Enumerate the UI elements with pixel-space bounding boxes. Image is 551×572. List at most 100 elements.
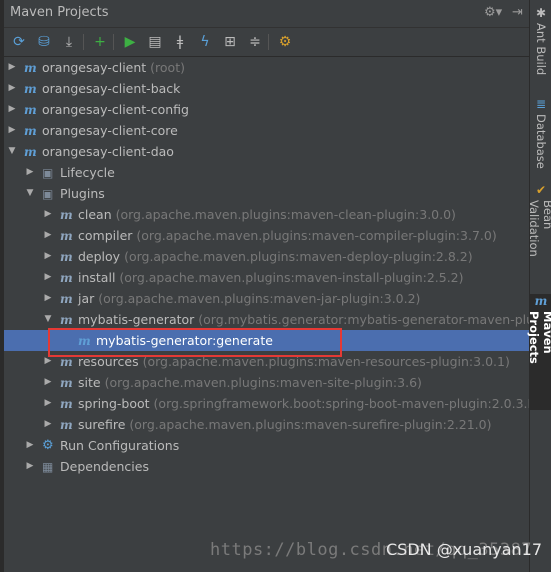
tree-row[interactable]: ▼ m orangesay-client-dao [4,141,529,162]
tool-window-tab-bean-validation[interactable]: ✔ Bean Validation [527,183,551,287]
dependencies-icon: ▦ [42,460,54,474]
tree-row[interactable]: ▼ ▣ Plugins [4,183,529,204]
expand-arrow-right-icon[interactable]: ▶ [24,456,36,477]
tree-row[interactable]: ▶ ⚙ Run Configurations [4,435,529,456]
tree-row[interactable]: ▶ ▣ Lifecycle [4,162,529,183]
execute-goal-icon[interactable]: ▤ [145,32,165,52]
settings-gear-icon[interactable]: ⚙▾ [484,5,502,20]
expand-arrow-down-icon[interactable]: ▼ [6,141,18,162]
expand-arrow-right-icon[interactable]: ▶ [42,267,54,288]
expand-arrow-down-icon[interactable]: ▼ [24,183,36,204]
tree-node-name: deploy [78,249,121,264]
maven-module-icon: m [24,82,37,96]
tree-node-detail: (org.apache.maven.plugins:maven-clean-pl… [115,207,456,222]
collapse-all-icon[interactable]: ≑ [245,32,265,52]
toggle-offline-icon[interactable]: ǂ [170,32,190,52]
tree-row[interactable]: ▶ m deploy (org.apache.maven.plugins:maven… [4,246,529,267]
tree-node-name: clean [78,207,112,222]
tool-window-tab-maven-projects[interactable]: m Maven Projects [527,294,551,410]
tree-node-detail: (root) [150,60,185,75]
tree-node-name: orangesay-client-core [42,123,178,138]
expand-arrow-right-icon[interactable]: ▶ [24,435,36,456]
tree-row[interactable]: ▶ m jar (org.apache.maven.plugins:maven-ja… [4,288,529,309]
skip-tests-icon[interactable]: ϟ [195,32,215,52]
tree-node-name: orangesay-client-config [42,102,189,117]
tree-row[interactable]: ▶ m orangesay-client-config [4,99,529,120]
tree-row[interactable]: ▶ m orangesay-client-core [4,120,529,141]
expand-arrow-right-icon[interactable]: ▶ [6,120,18,141]
tool-window-tab-label: Bean Validation [527,200,551,257]
tree-node-name: install [78,270,116,285]
tree-node-detail: (org.apache.maven.plugins:maven-jar-plug… [98,291,421,306]
tree-row[interactable]: ▶ m orangesay-client (root) [4,57,529,78]
expand-arrow-right-icon[interactable]: ▶ [42,246,54,267]
tree-node-name: orangesay-client-back [42,81,181,96]
tree-node-name: resources [78,354,139,369]
folder-icon: ▣ [42,166,54,180]
tree-row[interactable]: ▶ m surefire (org.apache.maven.plugins:mav… [4,414,529,435]
tree-row-label: orangesay-client-config [42,99,189,120]
tree-node-name: mybatis-generator:generate [96,333,273,348]
expand-arrow-down-icon[interactable]: ▼ [42,309,54,330]
tree-row-label: Run Configurations [60,435,179,456]
maven-plugin-icon: m [60,355,73,369]
tree-row-label: surefire (org.apache.maven.plugins:maven… [78,414,491,435]
tree-row[interactable]: ▶ m install (org.apache.maven.plugins:mave… [4,267,529,288]
expand-arrow-right-icon[interactable]: ▶ [42,372,54,393]
tree-node-name: orangesay-client-dao [42,144,174,159]
tree-row[interactable]: ▶ ▦ Dependencies [4,456,529,477]
tree-node-name: Run Configurations [60,438,180,453]
expand-arrow-right-icon[interactable]: ▶ [6,99,18,120]
tree-row[interactable]: ▶ m orangesay-client-back [4,78,529,99]
tool-window-tab-label: Ant Build [534,23,548,76]
tree-node-detail: (org.apache.maven.plugins:maven-resource… [142,354,510,369]
tree-row-label: jar (org.apache.maven.plugins:maven-jar-… [78,288,420,309]
run-icon[interactable]: ▶ [120,32,140,52]
tree-row[interactable]: ▶ m resources (org.apache.maven.plugins:ma… [4,351,529,372]
tree-row-label: orangesay-client-dao [42,141,174,162]
download-icon[interactable]: ⤓ [59,32,79,52]
tree-row-label: Dependencies [60,456,149,477]
toolbar-separator [268,34,269,50]
selected-goal-row[interactable]: m mybatis-generator:generate [4,330,529,351]
maven-plugin-icon: m [60,250,73,264]
tool-window-tab-database[interactable]: ≣ Database [530,97,551,173]
expand-arrow-right-icon[interactable]: ▶ [42,204,54,225]
generate-sources-icon[interactable]: ⛁ [34,32,54,52]
maven-plugin-icon: m [60,292,73,306]
tree-node-detail: (org.springframework.boot:spring-boot-ma… [153,396,529,411]
maven-m-icon: m [534,294,548,308]
tree-row[interactable]: ▶ m spring-boot (org.springframework.boot:… [4,393,529,414]
tree-node-name: compiler [78,228,133,243]
tool-window-tab-ant-build[interactable]: ✱ Ant Build [530,6,551,86]
tree-node-name: Lifecycle [60,165,115,180]
expand-arrow-right-icon[interactable]: ▶ [6,78,18,99]
tree-row-label: spring-boot (org.springframework.boot:sp… [78,393,529,414]
ant-icon: ✱ [535,6,547,20]
reimport-icon[interactable]: ⟳ [9,32,29,52]
expand-arrow-right-icon[interactable]: ▶ [24,162,36,183]
tree-node-detail: (org.apache.maven.plugins:maven-site-plu… [104,375,422,390]
expand-arrow-right-icon[interactable]: ▶ [6,57,18,78]
tree-node-detail: (org.apache.maven.plugins:maven-install-… [119,270,464,285]
hide-panel-icon[interactable]: ⇥ [512,5,523,20]
add-maven-project-icon[interactable]: + [90,32,110,52]
tree-row[interactable]: ▶ m clean (org.apache.maven.plugins:maven-… [4,204,529,225]
tree-row-label: orangesay-client-back [42,78,180,99]
tree-row[interactable]: ▶ m compiler (org.apache.maven.plugins:mav… [4,225,529,246]
tree-row-label: install (org.apache.maven.plugins:maven-… [78,267,464,288]
expand-arrow-right-icon[interactable]: ▶ [42,351,54,372]
expand-arrow-right-icon[interactable]: ▶ [42,288,54,309]
expand-arrow-right-icon[interactable]: ▶ [42,393,54,414]
watermark-csdn: CSDN @xuanyan17 [386,540,543,559]
tree-node-detail: (org.apache.maven.plugins:maven-surefire… [129,417,492,432]
expand-arrow-right-icon[interactable]: ▶ [42,225,54,246]
tree-row[interactable]: ▶ m site (org.apache.maven.plugins:maven-s… [4,372,529,393]
expand-arrow-right-icon[interactable]: ▶ [42,414,54,435]
tree-row[interactable]: ▼ m mybatis-generator (org.mybatis.generat… [4,309,529,330]
tree-row-label: Plugins [60,183,105,204]
maven-module-icon: m [24,61,37,75]
toolbar-separator [113,34,114,50]
maven-settings-icon[interactable]: ⚙ [275,32,295,52]
show-dependencies-icon[interactable]: ⊞ [220,32,240,52]
